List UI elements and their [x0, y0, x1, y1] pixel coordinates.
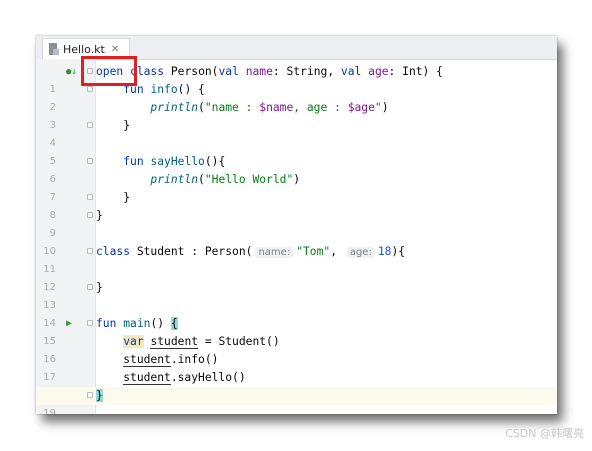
- code-text: (): [150, 317, 171, 330]
- string-literal: , age :: [293, 101, 348, 114]
- code-line[interactable]: 18 student.sayHello(): [36, 369, 557, 401]
- function-name: main: [123, 317, 151, 330]
- keyword-fun: fun: [96, 317, 117, 330]
- code-line[interactable]: 13 }: [36, 279, 557, 311]
- code-text: () {: [177, 83, 205, 96]
- code-line[interactable]: 17 student.info(): [36, 351, 557, 383]
- watermark: CSDN @韩曙亮: [505, 427, 584, 440]
- code-line[interactable]: 3 println("name : $name, age : $age"): [36, 99, 557, 131]
- variable-student: student: [123, 353, 171, 367]
- keyword-fun: fun: [123, 155, 144, 168]
- tab-label: Hello.kt: [63, 42, 105, 56]
- code-text: }: [123, 119, 131, 132]
- keyword-var: var: [123, 335, 144, 348]
- code-line[interactable]: 10: [36, 225, 557, 257]
- code-text: ,: [330, 245, 338, 258]
- println-call: println: [150, 101, 199, 114]
- highlight-box: [81, 56, 137, 86]
- code-text: .sayHello(): [170, 371, 246, 384]
- parameter-hint: name:: [255, 247, 294, 258]
- keyword-val: val: [340, 65, 362, 78]
- code-text: ){: [391, 245, 406, 258]
- code-editor-window: Hello.kt ✕ 1 ●↓ open class Person(val na…: [36, 36, 557, 414]
- code-text: (){: [204, 155, 226, 168]
- code-text: }: [96, 281, 103, 294]
- property-age: age: [368, 65, 389, 78]
- number-literal: 18: [377, 245, 392, 258]
- fold-marker[interactable]: [87, 248, 93, 254]
- string-literal: "Tom": [296, 245, 331, 258]
- code-line[interactable]: 9 }: [36, 207, 557, 239]
- fold-marker[interactable]: [87, 392, 93, 398]
- code-text: }: [96, 209, 103, 222]
- code-line[interactable]: 16 var student = Student(): [36, 333, 557, 365]
- string-literal: ": [374, 101, 382, 114]
- parameter-hint: age:: [346, 247, 375, 258]
- code-line[interactable]: 15 ▶ fun main() {: [36, 315, 557, 347]
- line-number: 19: [43, 408, 56, 414]
- code-line[interactable]: 7 println("Hello World"): [36, 171, 557, 203]
- code-text: (: [198, 173, 205, 186]
- fold-marker[interactable]: [87, 158, 93, 164]
- fold-marker[interactable]: [87, 194, 93, 200]
- type-text: : Int) {: [388, 65, 443, 78]
- code-text: .info(): [170, 353, 219, 366]
- variable-student: student: [150, 335, 199, 349]
- println-call: println: [150, 173, 199, 186]
- code-line[interactable]: 8 }: [36, 189, 557, 221]
- code-text: (: [198, 101, 205, 114]
- keyword-val: val: [218, 65, 239, 78]
- code-line[interactable]: 6 fun sayHello(){: [36, 153, 557, 185]
- matched-brace: }: [96, 389, 103, 402]
- code-line[interactable]: 4 }: [36, 117, 557, 149]
- class-name: Person(: [170, 65, 219, 78]
- close-icon[interactable]: ✕: [111, 44, 119, 55]
- variable-student: student: [123, 371, 171, 385]
- string-literal: "name :: [204, 101, 260, 114]
- code-text: ): [381, 101, 389, 114]
- code-line[interactable]: 14: [36, 297, 557, 329]
- kotlin-file-icon: [49, 43, 59, 55]
- code-line[interactable]: 5: [36, 135, 557, 167]
- fold-marker[interactable]: [87, 284, 93, 290]
- string-template: $age: [347, 101, 375, 114]
- matched-brace: {: [170, 317, 178, 330]
- code-text: Student : Person(: [130, 245, 253, 258]
- fold-marker[interactable]: [87, 122, 93, 128]
- code-line[interactable]: 11 class Student : Person(name: "Tom", ag…: [36, 243, 557, 275]
- code-text: ): [293, 173, 301, 186]
- run-icon[interactable]: ▶: [66, 315, 72, 333]
- function-name: sayHello: [150, 155, 205, 168]
- code-text: = Student(): [198, 335, 280, 348]
- string-template: $name: [259, 101, 294, 114]
- property-name: name: [245, 65, 273, 78]
- function-name: info: [150, 83, 178, 96]
- code-text: }: [123, 191, 131, 204]
- fold-marker[interactable]: [87, 86, 93, 92]
- override-icon[interactable]: ●↓: [66, 63, 77, 81]
- fold-marker[interactable]: [87, 320, 93, 326]
- fold-marker[interactable]: [87, 212, 93, 218]
- keyword-class: class: [96, 245, 131, 258]
- string-literal: "Hello World": [204, 173, 294, 186]
- code-line[interactable]: 12: [36, 261, 557, 293]
- type-text: : String,: [272, 65, 341, 78]
- code-line-current[interactable]: 19 }: [36, 387, 557, 414]
